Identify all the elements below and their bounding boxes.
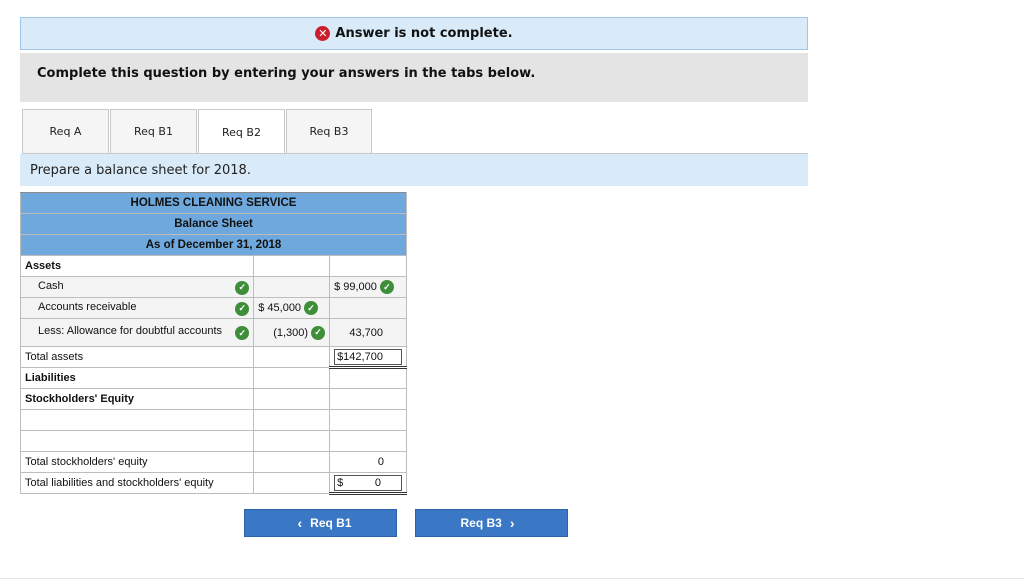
total-le-box: $0 xyxy=(334,474,402,491)
total-le-label: Total liabilities and stockholders' equi… xyxy=(19,472,255,494)
statement-title: Balance Sheet xyxy=(20,213,407,235)
table-row: Liabilities xyxy=(19,367,407,389)
ar-value-cell[interactable]: $ 45,000 ✓ xyxy=(253,297,331,319)
check-icon: ✓ xyxy=(311,325,326,340)
total-equity-label: Total stockholders' equity xyxy=(19,451,255,473)
blank-row-1-col2-input[interactable] xyxy=(253,409,331,431)
check-icon: ✓ xyxy=(235,326,250,340)
check-icon: ✓ xyxy=(379,280,394,294)
blank-row-2-label-input[interactable] xyxy=(19,430,255,452)
answer-status-text: Answer is not complete. xyxy=(335,26,513,41)
next-req-button[interactable]: Req B3 › xyxy=(415,509,568,537)
total-le-currency: $ xyxy=(337,476,344,489)
total-equity-col2-input[interactable] xyxy=(253,451,331,473)
tab-req-b3[interactable]: Req B3 xyxy=(286,109,372,153)
equity-col3-input[interactable] xyxy=(329,388,407,410)
table-row: Total stockholders' equity 0 xyxy=(19,451,407,473)
cash-label-cell[interactable]: Cash ✓ xyxy=(19,276,255,298)
table-row: ✓ Less: Allowance for doubtful accounts (… xyxy=(19,318,407,347)
total-le-value: 0 xyxy=(374,476,381,489)
chevron-left-icon: ‹ xyxy=(297,515,303,531)
blank-row-1-label-input[interactable] xyxy=(19,409,255,431)
table-row: Assets xyxy=(19,255,407,277)
allowance-value-cell[interactable]: (1,300) ✓ xyxy=(253,318,331,347)
question-prompt: Prepare a balance sheet for 2018. xyxy=(20,154,808,186)
equity-heading: Stockholders' Equity xyxy=(19,388,255,410)
table-row: Accounts receivable ✓ $ 45,000 ✓ xyxy=(19,297,407,319)
total-assets-col2-input[interactable] xyxy=(253,346,331,368)
balance-sheet-table: HOLMES CLEANING SERVICE Balance Sheet As… xyxy=(19,192,407,495)
total-le-col2-input[interactable] xyxy=(253,472,331,494)
assets-heading: Assets xyxy=(19,255,255,277)
x-circle-icon: ✕ xyxy=(315,26,331,41)
equity-col2-input[interactable] xyxy=(253,388,331,410)
table-row: Stockholders' Equity xyxy=(19,388,407,410)
ar-col3-input[interactable] xyxy=(329,297,407,319)
statement-date: As of December 31, 2018 xyxy=(20,234,407,256)
total-assets-value: $142,700 xyxy=(334,348,402,365)
answer-status-banner: ✕ Answer is not complete. xyxy=(20,17,808,50)
cash-label: Cash xyxy=(38,279,64,292)
check-icon: ✓ xyxy=(235,301,250,316)
liabilities-heading: Liabilities xyxy=(19,367,255,389)
cash-value: $ 99,000 xyxy=(334,280,377,293)
next-req-label: Req B3 xyxy=(460,516,502,530)
blank-row-2-col3-input[interactable] xyxy=(329,430,407,452)
prev-req-button[interactable]: ‹ Req B1 xyxy=(244,509,397,537)
total-equity-value[interactable]: 0 xyxy=(329,451,407,473)
table-row xyxy=(19,409,407,431)
ar-label-cell[interactable]: Accounts receivable ✓ xyxy=(19,297,255,319)
chevron-right-icon: › xyxy=(509,515,515,531)
prev-req-label: Req B1 xyxy=(310,516,352,530)
tab-req-a[interactable]: Req A xyxy=(22,109,109,153)
assets-col2-input[interactable] xyxy=(253,255,331,277)
blank-row-1-col3-input[interactable] xyxy=(329,409,407,431)
net-ar-value[interactable]: 43,700 xyxy=(329,318,407,347)
total-assets-label: Total assets xyxy=(19,346,255,368)
instructions: Complete this question by entering your … xyxy=(20,53,808,102)
allowance-label: Less: Allowance for doubtful accounts xyxy=(38,325,223,337)
check-icon: ✓ xyxy=(304,301,319,315)
allowance-label-cell[interactable]: ✓ Less: Allowance for doubtful accounts xyxy=(19,318,255,347)
allowance-value: (1,300) xyxy=(273,326,309,339)
total-le-cell[interactable]: $0 xyxy=(329,472,407,495)
table-row: Cash ✓ $ 99,000 ✓ xyxy=(19,276,407,298)
liabilities-col3-input[interactable] xyxy=(329,367,407,389)
check-icon: ✓ xyxy=(235,280,250,295)
table-row xyxy=(19,430,407,452)
total-assets-cell[interactable]: $142,700 xyxy=(329,346,407,369)
table-row: Total liabilities and stockholders' equi… xyxy=(19,472,407,495)
table-row: Total assets $142,700 xyxy=(19,346,407,369)
assets-col3-input[interactable] xyxy=(329,255,407,277)
company-name: HOLMES CLEANING SERVICE xyxy=(20,192,407,214)
cash-value-cell[interactable]: $ 99,000 ✓ xyxy=(329,276,407,298)
blank-row-2-col2-input[interactable] xyxy=(253,430,331,452)
ar-label: Accounts receivable xyxy=(38,300,137,313)
liabilities-col2-input[interactable] xyxy=(253,367,331,389)
ar-value: $ 45,000 xyxy=(258,301,302,314)
tab-req-b1[interactable]: Req B1 xyxy=(110,109,197,153)
page-bottom-divider xyxy=(0,578,1024,579)
tab-req-b2[interactable]: Req B2 xyxy=(198,109,285,154)
cash-col2-input[interactable] xyxy=(253,276,331,298)
